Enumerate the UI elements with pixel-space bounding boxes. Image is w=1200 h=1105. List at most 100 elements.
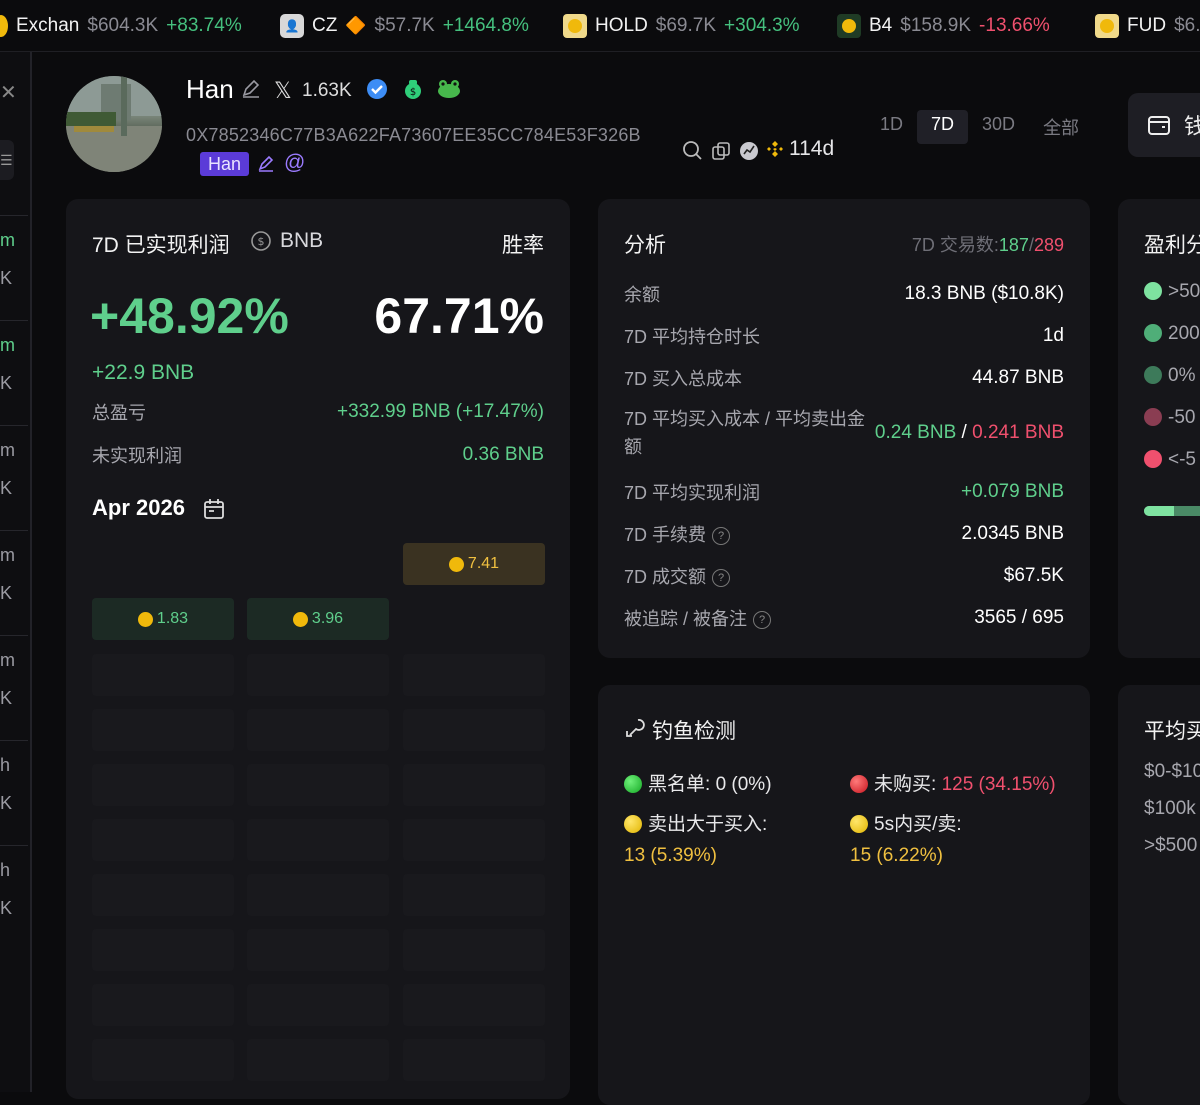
avg-buy-row: $0-$10 — [1144, 761, 1200, 782]
calendar-day-empty[interactable] — [403, 654, 545, 696]
profit-dist-row: 200 — [1144, 323, 1200, 345]
left-strip-divider — [0, 320, 28, 321]
calendar-day-empty[interactable] — [403, 819, 545, 861]
calendar-day-empty[interactable] — [92, 709, 234, 751]
currency-label[interactable]: BNB — [280, 229, 323, 253]
ticker-name: HOLD — [595, 15, 648, 36]
not-bought-item: 未购买: 125 (34.15%) — [850, 769, 1056, 796]
frog-icon — [436, 78, 462, 105]
menu-icon[interactable]: ☰ — [0, 140, 14, 180]
calendar-day-empty[interactable] — [247, 1039, 389, 1081]
help-icon[interactable]: ? — [753, 611, 772, 630]
analysis-row-label: 7D 买入总成本 — [624, 369, 743, 389]
left-strip-label: K — [0, 688, 13, 708]
edit-tag-icon[interactable] — [256, 154, 276, 179]
tab-7d[interactable]: 7D — [917, 110, 969, 144]
profit-dist-label: 0% — [1168, 365, 1196, 386]
calendar-day-empty[interactable] — [92, 874, 234, 916]
calendar-day-empty[interactable] — [403, 874, 545, 916]
trades-label: 7D 交易数: — [911, 235, 999, 255]
left-strip-label: m — [0, 545, 15, 565]
calendar-day-empty[interactable] — [403, 764, 545, 806]
analysis-card: 分析 7D 交易数:187/289 余额 18.3 BNB ($10.8K) 7D … — [598, 199, 1090, 658]
profile-tag[interactable]: Han — [200, 152, 250, 176]
ticker-item[interactable]: HOLD $69.7K +304.3% — [563, 0, 800, 51]
avg-cost-sep: / — [961, 422, 967, 443]
calendar-day-empty[interactable] — [92, 984, 234, 1026]
blacklist-label: 黑名单: — [648, 774, 711, 795]
ticker-item[interactable]: Exchan $604.3K +83.74% — [0, 0, 242, 51]
winrate-value: 67.71% — [374, 288, 544, 344]
calendar-day-empty[interactable] — [92, 764, 234, 806]
token-icon — [1095, 14, 1119, 38]
green-dot-icon — [624, 775, 642, 793]
help-icon[interactable]: ? — [712, 569, 731, 588]
mention-icon[interactable]: @ — [284, 151, 305, 175]
left-strip-label: K — [0, 478, 13, 498]
tab-30d[interactable]: 30D — [968, 110, 1029, 144]
sell-gt-buy-value: 13 (5.39%) — [624, 845, 717, 866]
calendar-day-empty[interactable] — [247, 984, 389, 1026]
ticker-name: FUD — [1127, 15, 1167, 36]
chart-link-icon[interactable] — [738, 140, 760, 167]
fast-trade-value: 15 (6.22%) — [850, 845, 943, 866]
wallet-address[interactable]: 0X7852346C77B3A622FA73607EE35CC784E53F32… — [186, 125, 641, 146]
calendar-day[interactable]: 7.41 — [403, 543, 545, 585]
avg-buy-title: 平均买 — [1144, 720, 1200, 743]
ticker-item[interactable]: 👤 CZ 🔶 $57.7K +1464.8% — [280, 0, 529, 51]
search-icon[interactable] — [682, 140, 704, 167]
calendar-day-empty[interactable] — [403, 1039, 545, 1081]
ticker-item[interactable]: B4 $158.9K -13.66% — [837, 0, 1050, 51]
analysis-row-value: 44.87 BNB — [972, 367, 1064, 388]
left-strip-label: m — [0, 335, 15, 355]
tab-1d[interactable]: 1D — [866, 110, 917, 144]
ticker-price: $69.7K — [655, 15, 717, 36]
profile-name: Han — [186, 74, 234, 104]
calendar-icon[interactable] — [202, 497, 226, 526]
calendar-day-empty[interactable] — [247, 654, 389, 696]
left-strip-label: K — [0, 268, 13, 288]
calendar-day-empty[interactable] — [247, 819, 389, 861]
calendar-day-empty[interactable] — [92, 1039, 234, 1081]
wallet-icon — [1148, 116, 1170, 135]
analysis-row: 7D 手续费? 2.0345 BNB — [624, 521, 1064, 547]
calendar-day[interactable]: 3.96 — [247, 598, 389, 640]
calendar-day-empty[interactable] — [92, 929, 234, 971]
tab-all[interactable]: 全部 — [1029, 110, 1093, 144]
wallet-button[interactable]: 钱 — [1128, 93, 1200, 157]
coin-icon — [448, 556, 464, 572]
copy-icon[interactable] — [710, 140, 732, 167]
phishing-title: 钓鱼检测 — [652, 720, 736, 743]
ticker-name: B4 — [869, 15, 893, 36]
avg-sell-amount: 0.241 BNB — [972, 422, 1064, 443]
calendar-day-value: 1.83 — [156, 610, 189, 627]
calendar-day-empty[interactable] — [403, 709, 545, 751]
avatar — [66, 76, 162, 172]
calendar-day[interactable]: 1.83 — [92, 598, 234, 640]
calendar-day-empty[interactable] — [247, 709, 389, 751]
legend-dot-icon — [1144, 324, 1162, 342]
help-icon[interactable]: ? — [712, 527, 731, 546]
left-strip-label: h — [0, 860, 11, 880]
collapse-icon[interactable]: ✕ — [0, 80, 17, 105]
coin-icon — [292, 611, 308, 627]
analysis-row-label: 7D 成交额 — [624, 567, 707, 587]
currency-switch-icon[interactable]: $ — [250, 230, 272, 257]
profit-dist-title: 盈利分 — [1144, 234, 1200, 257]
x-logo-icon[interactable]: 𝕏 — [274, 78, 292, 104]
calendar-day-value: 3.96 — [311, 610, 344, 627]
calendar-day-empty[interactable] — [403, 929, 545, 971]
token-icon — [563, 14, 587, 38]
calendar-day-empty[interactable] — [247, 874, 389, 916]
calendar-day-empty[interactable] — [92, 654, 234, 696]
calendar-day-empty[interactable] — [247, 929, 389, 971]
bnb-chain-icon — [766, 140, 784, 163]
calendar-day-empty[interactable] — [247, 764, 389, 806]
not-bought-value: 125 (34.15%) — [941, 774, 1056, 795]
ticker-item[interactable]: FUD $6. — [1095, 0, 1200, 51]
calendar-day-empty[interactable] — [92, 819, 234, 861]
analysis-row-value: 1d — [1042, 325, 1064, 346]
calendar-day-empty[interactable] — [403, 984, 545, 1026]
edit-name-icon[interactable] — [240, 78, 262, 105]
analysis-row-value: 3565 / 695 — [974, 607, 1064, 628]
